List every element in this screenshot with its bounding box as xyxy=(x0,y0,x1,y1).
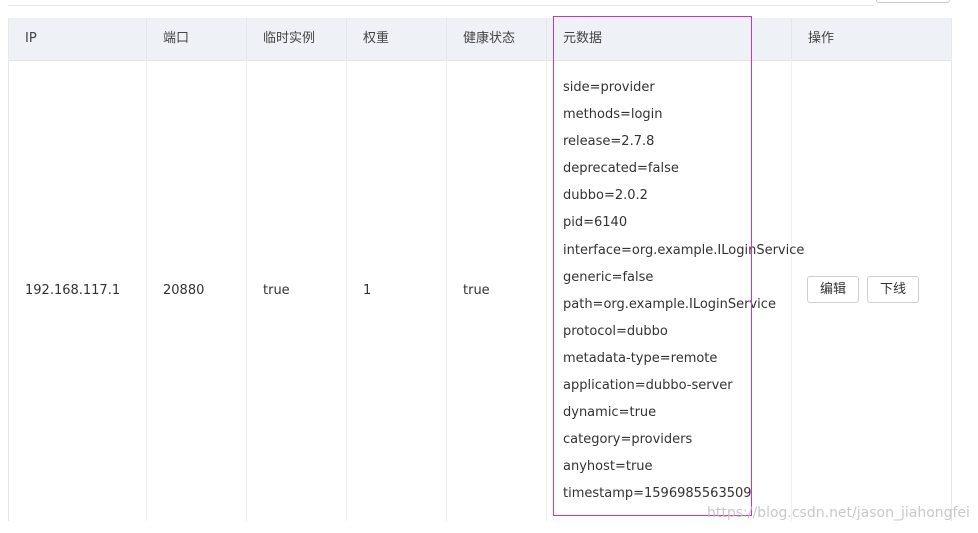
top-divider xyxy=(8,5,874,6)
header-ephemeral: 临时实例 xyxy=(247,18,347,60)
header-ip: IP xyxy=(9,18,147,60)
cell-weight: 1 xyxy=(347,60,447,521)
header-metadata: 元数据 xyxy=(547,18,792,60)
metadata-item: protocol=dubbo xyxy=(563,323,668,339)
service-instance-page: IP 端口 临时实例 权重 健康状态 元数据 操作 192.168.117.1 … xyxy=(0,0,978,533)
metadata-item: pid=6140 xyxy=(563,215,628,231)
metadata-item: category=providers xyxy=(563,432,693,448)
instance-table: IP 端口 临时实例 权重 健康状态 元数据 操作 192.168.117.1 … xyxy=(8,18,952,521)
metadata-item: interface=org.example.ILoginService xyxy=(563,242,805,258)
health-value: true xyxy=(463,283,490,298)
metadata-item: metadata-type=remote xyxy=(563,350,718,366)
ephemeral-value: true xyxy=(263,283,290,298)
table-header: IP 端口 临时实例 权重 健康状态 元数据 操作 xyxy=(9,18,951,61)
metadata-item: release=2.7.8 xyxy=(563,134,655,150)
cell-port: 20880 xyxy=(147,60,247,521)
metadata-item: application=dubbo-server xyxy=(563,378,733,394)
metadata-item: dubbo=2.0.2 xyxy=(563,188,648,204)
cell-health: true xyxy=(447,60,547,521)
top-button-partial[interactable] xyxy=(876,0,950,3)
offline-button[interactable]: 下线 xyxy=(867,276,920,303)
metadata-item: path=org.example.ILoginService xyxy=(563,296,776,312)
metadata-item: methods=login xyxy=(563,107,663,123)
cell-ip: 192.168.117.1 xyxy=(9,60,147,521)
metadata-item: generic=false xyxy=(563,269,654,285)
header-actions: 操作 xyxy=(808,31,835,46)
ip-value: 192.168.117.1 xyxy=(25,283,121,298)
edit-button[interactable]: 编辑 xyxy=(807,276,860,303)
header-port: 端口 xyxy=(147,18,247,60)
cell-metadata: side=provider methods=login release=2.7.… xyxy=(547,60,804,521)
metadata-item: deprecated=false xyxy=(563,161,679,177)
metadata-item: timestamp=1596985563509 xyxy=(563,486,752,502)
header-health: 健康状态 xyxy=(447,18,547,60)
cell-ephemeral: true xyxy=(247,60,347,521)
metadata-list: side=provider methods=login release=2.7.… xyxy=(563,74,804,508)
cell-actions: 编辑 下线 xyxy=(792,60,951,521)
metadata-item: anyhost=true xyxy=(563,459,653,475)
metadata-item: side=provider xyxy=(563,80,655,95)
header-weight: 权重 xyxy=(347,18,447,60)
port-value: 20880 xyxy=(163,283,205,298)
watermark-text: https://blog.csdn.net/jason_jiahongfei xyxy=(707,505,970,521)
metadata-item: dynamic=true xyxy=(563,405,657,421)
weight-value: 1 xyxy=(363,283,372,298)
